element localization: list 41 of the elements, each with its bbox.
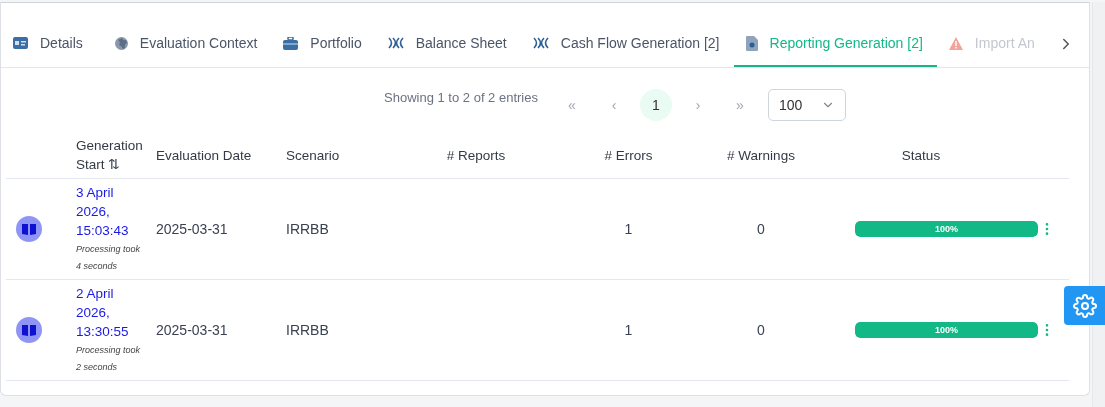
- entries-summary: Showing 1 to 2 of 2 entries: [384, 90, 538, 105]
- table-cell-text: 0: [756, 322, 766, 338]
- link-icon: [532, 37, 549, 49]
- column-header: Status: [900, 146, 942, 165]
- tab[interactable]: Cash Flow Generation [2]: [520, 3, 734, 67]
- settings-icon: [1072, 293, 1097, 318]
- tab[interactable]: Balance Sheet: [375, 3, 521, 67]
- tab[interactable]: Portfolio: [271, 3, 376, 67]
- page-size-select[interactable]: 100: [767, 89, 846, 121]
- generation-start-link[interactable]: 3 April 2026, 15:03:43: [76, 183, 148, 240]
- column-header: Evaluation Date: [156, 146, 253, 165]
- column-header: # Errors: [603, 146, 654, 165]
- table-cell-text: 2025-03-31: [156, 221, 229, 237]
- progress-fill: 100%: [855, 221, 1038, 237]
- page-button[interactable]: 1: [639, 89, 672, 121]
- generation-start-link[interactable]: 2 April 2026, 13:30:55: [76, 284, 148, 341]
- column-header: Scenario: [286, 146, 341, 165]
- table-cell-text: 1: [623, 322, 634, 338]
- warning-icon: [948, 36, 963, 50]
- id-card-icon: [13, 37, 28, 49]
- link-icon: [387, 37, 404, 49]
- document-icon: [745, 35, 758, 51]
- settings-button[interactable]: [1064, 286, 1105, 325]
- globe-icon: [114, 36, 128, 50]
- book-avatar: [16, 216, 42, 242]
- progress-fill: 100%: [855, 322, 1038, 338]
- tab[interactable]: Details: [1, 3, 97, 67]
- table-cell-text: 1: [623, 221, 634, 237]
- briefcase-icon: [283, 36, 299, 50]
- table-cell-text: IRRBB: [286, 322, 330, 338]
- processing-duration: Processing took 4 seconds: [76, 243, 142, 273]
- column-header: # Warnings: [726, 146, 796, 165]
- column-header: # Reports: [445, 146, 507, 165]
- column-header[interactable]: Generation Start ⇅: [76, 136, 156, 174]
- table-cell-text: 0: [756, 221, 766, 237]
- table-cell-text: IRRBB: [286, 221, 330, 237]
- processing-duration: Processing took 2 seconds: [76, 344, 142, 374]
- sort-icon[interactable]: ⇅: [108, 157, 121, 172]
- table-cell-text: 2025-03-31: [156, 322, 229, 338]
- book-avatar: [16, 317, 42, 343]
- tab[interactable]: Evaluation Context: [102, 3, 272, 67]
